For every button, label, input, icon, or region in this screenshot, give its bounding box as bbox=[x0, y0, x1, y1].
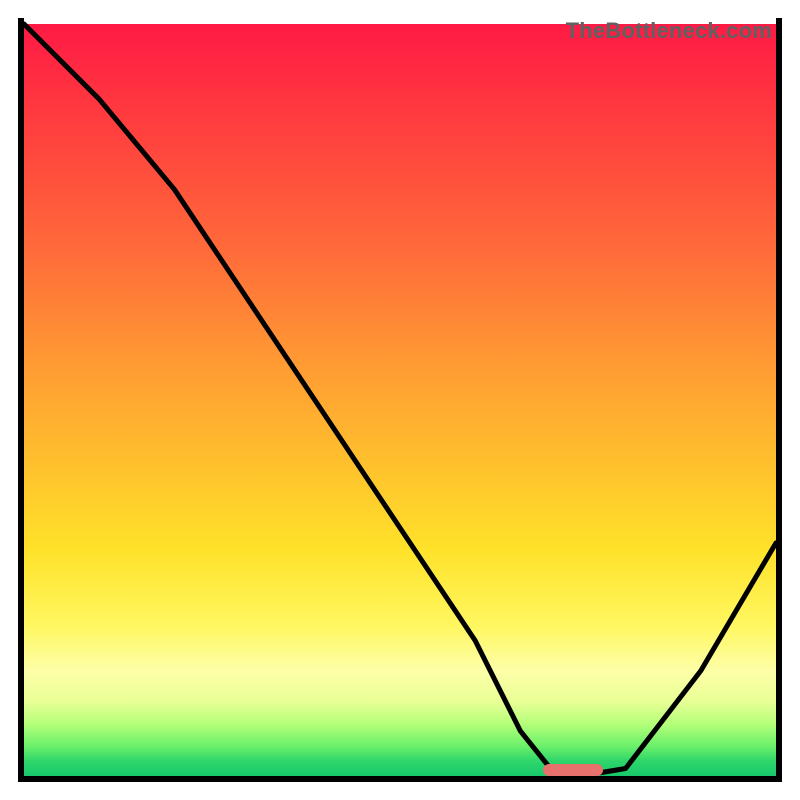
chart: TheBottleneck.com bbox=[18, 18, 782, 782]
x-axis-line bbox=[18, 776, 782, 782]
watermark-text: TheBottleneck.com bbox=[566, 18, 772, 44]
bottleneck-curve bbox=[24, 24, 776, 776]
right-axis-line bbox=[776, 18, 782, 782]
curve-svg bbox=[24, 24, 776, 776]
valley-marker bbox=[543, 764, 603, 776]
plot-region bbox=[24, 24, 776, 776]
y-axis-line bbox=[18, 18, 24, 782]
